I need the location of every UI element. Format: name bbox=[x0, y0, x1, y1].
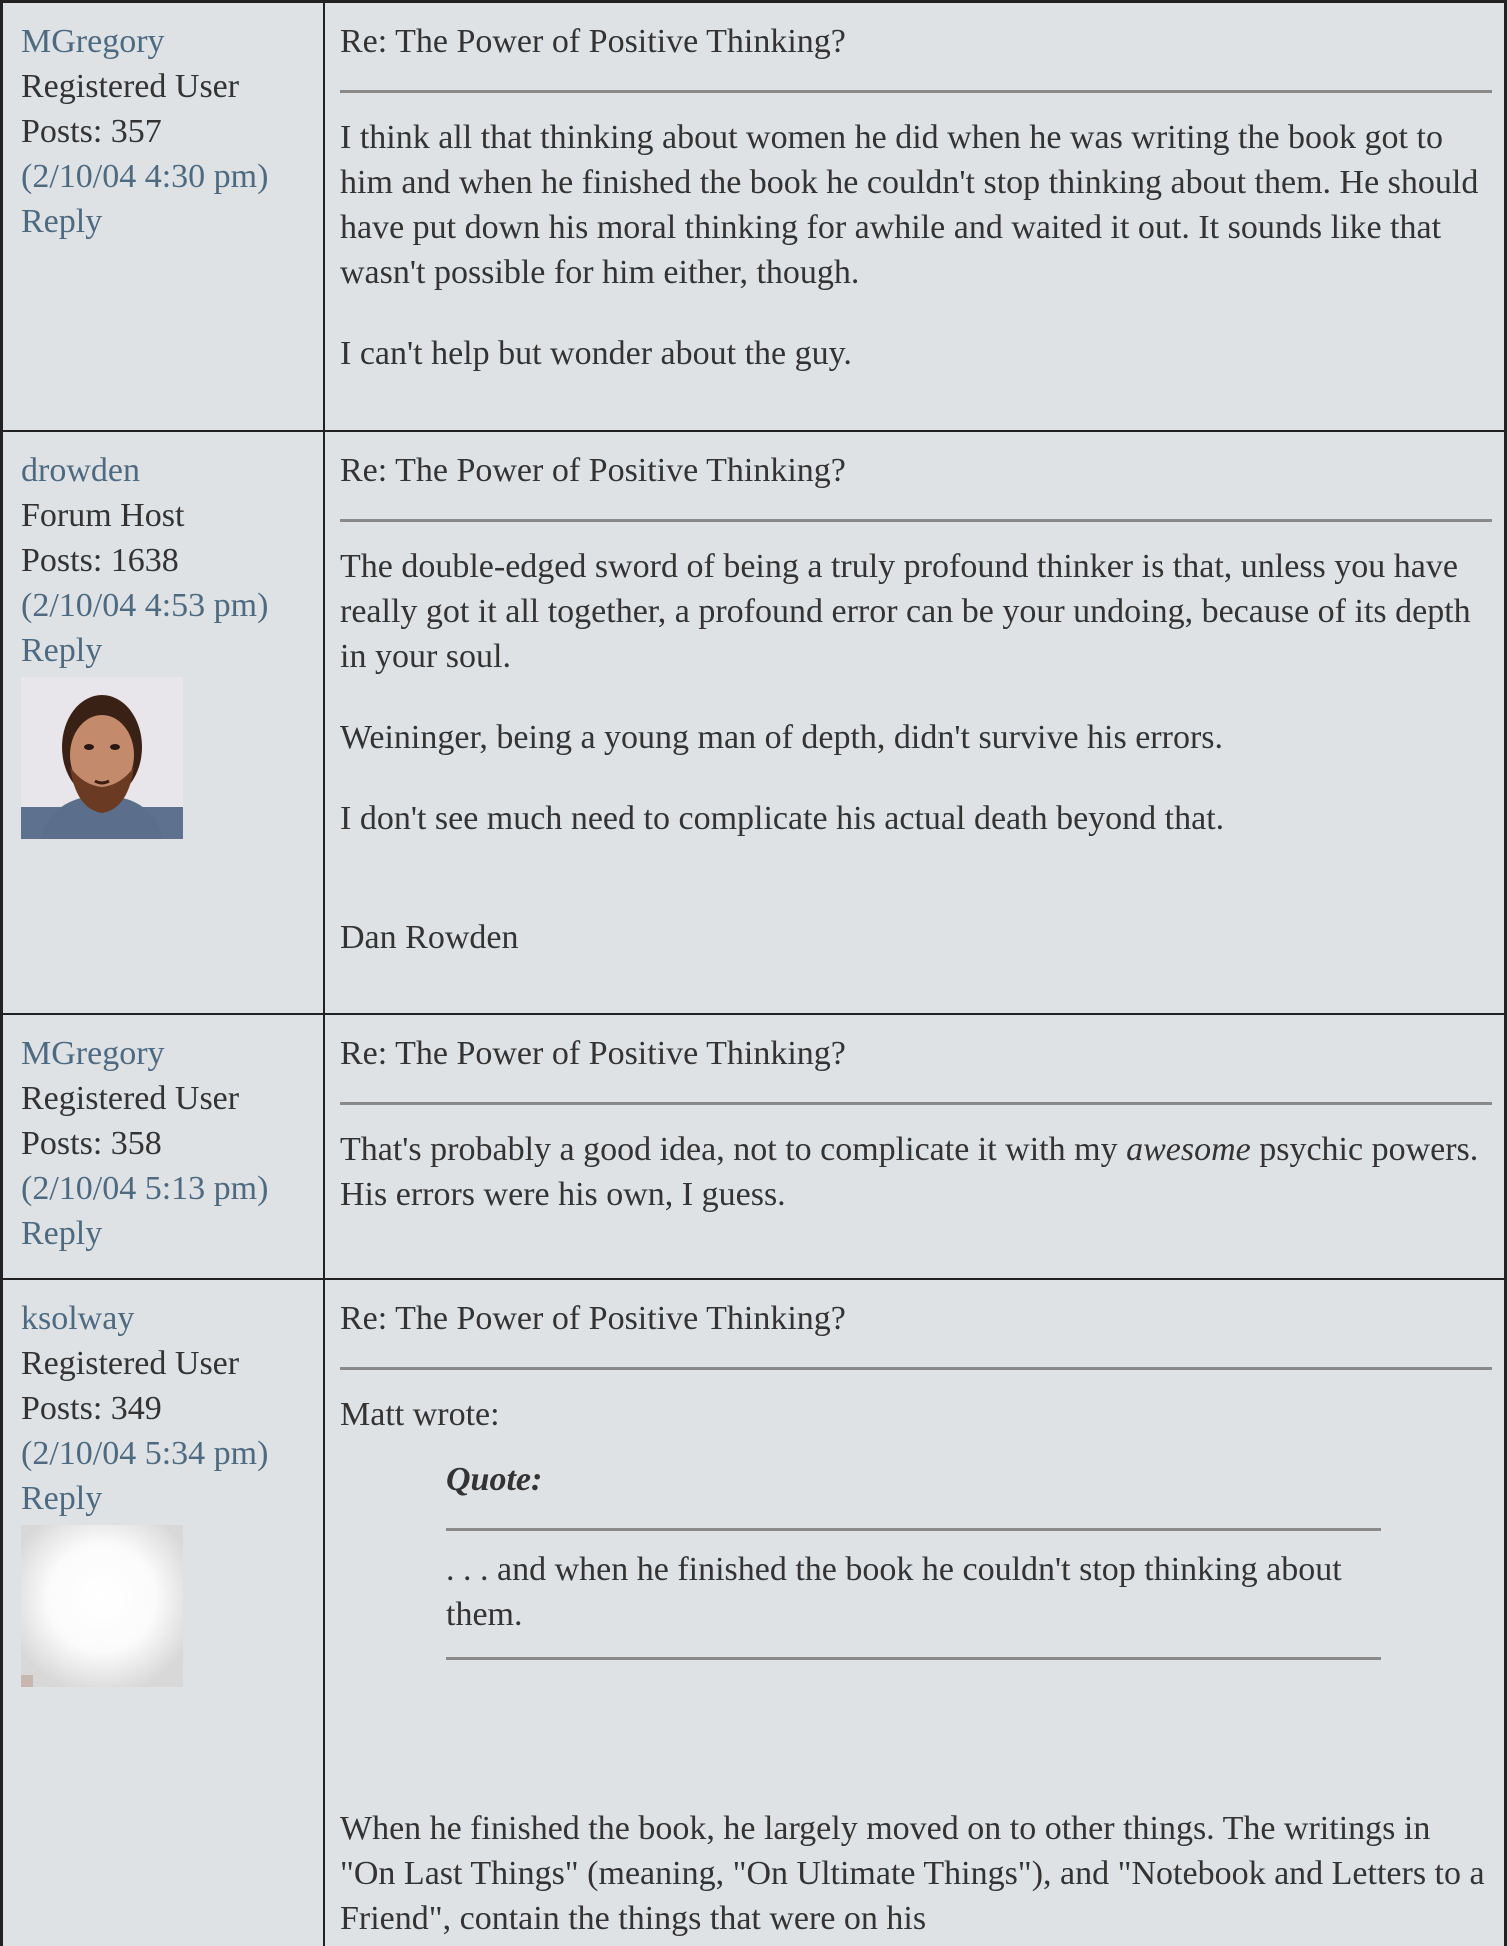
post-subject: Re: The Power of Positive Thinking? bbox=[340, 1300, 846, 1337]
author-link[interactable]: drowden bbox=[21, 448, 323, 493]
post-row: drowden Forum Host Posts: 1638 (2/10/04 … bbox=[3, 432, 1504, 1015]
post-paragraph: The double-edged sword of being a truly … bbox=[340, 548, 1471, 675]
author-panel: MGregory Registered User Posts: 358 (2/1… bbox=[3, 1015, 325, 1278]
post-row: MGregory Registered User Posts: 357 (2/1… bbox=[3, 3, 1504, 432]
author-link[interactable]: ksolway bbox=[21, 1296, 323, 1341]
post-date-link[interactable]: (2/10/04 5:13 pm) bbox=[21, 1166, 323, 1211]
post-count: Posts: 349 bbox=[21, 1390, 162, 1427]
author-link[interactable]: MGregory bbox=[21, 19, 323, 64]
reply-link[interactable]: Reply bbox=[21, 1476, 323, 1521]
post-paragraph: I think all that thinking about women he… bbox=[340, 119, 1479, 291]
post-date-link[interactable]: (2/10/04 4:30 pm) bbox=[21, 154, 323, 199]
post-content: Re: The Power of Positive Thinking? I th… bbox=[325, 3, 1504, 430]
post-subject: Re: The Power of Positive Thinking? bbox=[340, 452, 846, 489]
post-content: Re: The Power of Positive Thinking? The … bbox=[325, 432, 1504, 1013]
subject-divider bbox=[340, 90, 1492, 93]
subject-divider bbox=[340, 519, 1492, 522]
quote-title: Quote: bbox=[446, 1461, 543, 1498]
post-count: Posts: 358 bbox=[21, 1125, 162, 1162]
post-count: Posts: 1638 bbox=[21, 542, 179, 579]
user-role: Registered User bbox=[21, 1080, 240, 1117]
quote-divider bbox=[446, 1528, 1381, 1531]
quote-block: Quote: . . . and when he finished the bo… bbox=[446, 1457, 1381, 1660]
reply-link[interactable]: Reply bbox=[21, 1211, 323, 1256]
post-subject: Re: The Power of Positive Thinking? bbox=[340, 23, 846, 60]
subject-divider bbox=[340, 1367, 1492, 1370]
user-role: Registered User bbox=[21, 1345, 240, 1382]
post-row: MGregory Registered User Posts: 358 (2/1… bbox=[3, 1015, 1504, 1280]
post-content: Re: The Power of Positive Thinking? That… bbox=[325, 1015, 1504, 1278]
avatar bbox=[21, 677, 183, 839]
post-paragraph: Weininger, being a young man of depth, d… bbox=[340, 719, 1224, 756]
post-count: Posts: 357 bbox=[21, 113, 162, 150]
post-date-link[interactable]: (2/10/04 4:53 pm) bbox=[21, 583, 323, 628]
text-segment: That's probably a good idea, not to comp… bbox=[340, 1131, 1127, 1168]
post-content: Re: The Power of Positive Thinking? Matt… bbox=[325, 1280, 1504, 1946]
user-role: Forum Host bbox=[21, 497, 185, 534]
post-signature: Dan Rowden bbox=[340, 919, 519, 956]
quote-divider bbox=[446, 1657, 1381, 1660]
post-date-link[interactable]: (2/10/04 5:34 pm) bbox=[21, 1431, 323, 1476]
author-panel: ksolway Registered User Posts: 349 (2/10… bbox=[3, 1280, 325, 1946]
author-panel: MGregory Registered User Posts: 357 (2/1… bbox=[3, 3, 325, 430]
emphasized-text: awesome bbox=[1126, 1131, 1251, 1168]
reply-link[interactable]: Reply bbox=[21, 628, 323, 673]
author-link[interactable]: MGregory bbox=[21, 1031, 323, 1076]
forum-thread: MGregory Registered User Posts: 357 (2/1… bbox=[0, 0, 1507, 1946]
post-paragraph: When he finished the book, he largely mo… bbox=[340, 1810, 1485, 1937]
author-panel: drowden Forum Host Posts: 1638 (2/10/04 … bbox=[3, 432, 325, 1013]
post-paragraph: I don't see much need to complicate his … bbox=[340, 800, 1225, 837]
avatar bbox=[21, 1525, 183, 1687]
post-row: ksolway Registered User Posts: 349 (2/10… bbox=[3, 1280, 1504, 1946]
post-paragraph: That's probably a good idea, not to comp… bbox=[340, 1127, 1492, 1217]
subject-divider bbox=[340, 1102, 1492, 1105]
user-role: Registered User bbox=[21, 68, 240, 105]
post-paragraph: I can't help but wonder about the guy. bbox=[340, 335, 852, 372]
reply-link[interactable]: Reply bbox=[21, 199, 323, 244]
quote-intro: Matt wrote: bbox=[340, 1396, 500, 1433]
post-subject: Re: The Power of Positive Thinking? bbox=[340, 1035, 846, 1072]
quote-text: . . . and when he finished the book he c… bbox=[446, 1551, 1342, 1633]
